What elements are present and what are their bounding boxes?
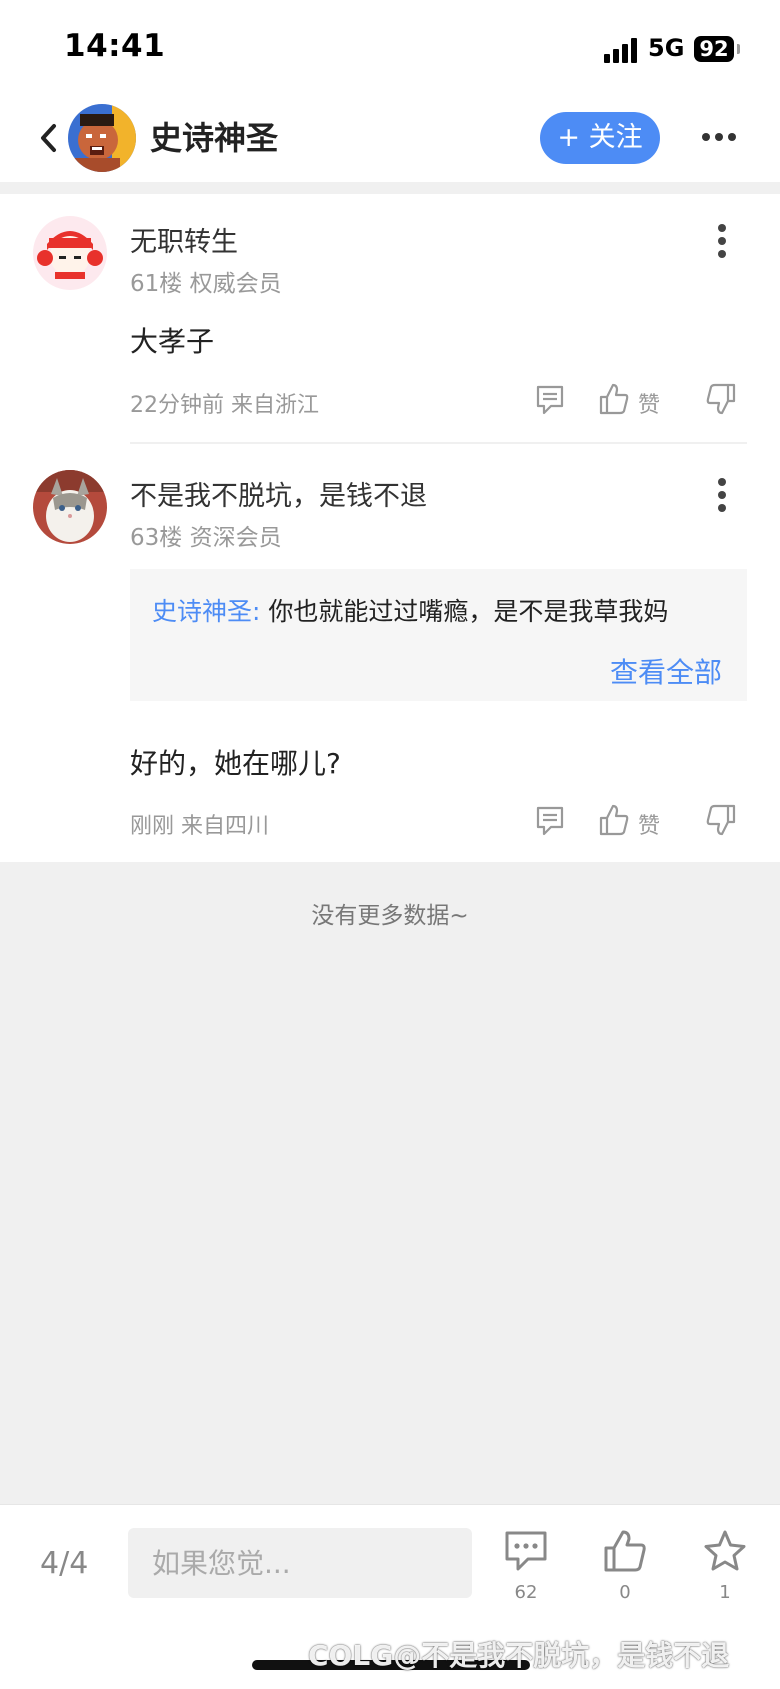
post-time: 22分钟前	[130, 393, 224, 418]
favorite-count: 1	[719, 1582, 731, 1603]
post-footer-meta: 刚刚 来自四川	[130, 808, 269, 840]
thumbs-up-icon[interactable]	[598, 803, 630, 837]
thumbs-up-icon[interactable]	[602, 1528, 648, 1574]
member-rank: 资深会员	[189, 525, 282, 551]
post-location: 来自浙江	[231, 393, 320, 418]
thread-author-avatar[interactable]	[68, 104, 136, 172]
thumbs-down-icon[interactable]	[705, 803, 737, 837]
post-time: 刚刚	[130, 814, 175, 839]
username[interactable]: 无职转生	[130, 220, 238, 259]
post-divider	[130, 442, 747, 444]
star-icon[interactable]	[702, 1528, 748, 1574]
like-label[interactable]: 赞	[638, 808, 660, 840]
battery-icon: 92	[694, 36, 734, 62]
comment-icon[interactable]	[535, 805, 565, 837]
like-label[interactable]: 赞	[638, 387, 660, 419]
post-meta: 61楼 权威会员	[130, 264, 282, 298]
no-more-data-text: 没有更多数据~	[311, 903, 469, 929]
watermark-logo: COLG	[308, 1639, 394, 1672]
comment-icon[interactable]	[535, 384, 565, 416]
post-meta: 63楼 资深会员	[130, 518, 282, 552]
back-chevron-icon[interactable]	[34, 120, 64, 156]
page-indicator[interactable]: 4/4	[40, 1546, 88, 1581]
member-rank: 权威会员	[189, 271, 282, 297]
like-count: 0	[619, 1582, 631, 1603]
post-footer-meta: 22分钟前 来自浙江	[130, 387, 319, 419]
reply-list	[0, 194, 780, 862]
quote-text: 你也就能过过嘴瘾，是不是我草我妈	[268, 597, 669, 626]
section-separator	[0, 182, 780, 194]
floor-number: 63楼	[130, 525, 183, 551]
watermark: COLG@不是我不脱坑，是钱不退	[308, 1634, 729, 1674]
thumbs-down-icon[interactable]	[705, 382, 737, 416]
follow-button[interactable]: + 关注	[540, 112, 660, 164]
battery-tip	[737, 44, 740, 54]
post-more-icon[interactable]	[717, 478, 727, 512]
comment-count-icon[interactable]	[504, 1530, 548, 1572]
network-type: 5G	[648, 34, 685, 62]
comment-count: 62	[514, 1582, 538, 1603]
status-time: 14:41	[64, 28, 166, 64]
post-content: 大孝子	[130, 325, 215, 358]
cellular-signal-icon	[604, 37, 640, 63]
post-content: 好的，她在哪儿?	[130, 747, 341, 780]
view-all-link[interactable]: 查看全部	[610, 651, 722, 691]
post-more-icon[interactable]	[717, 224, 727, 258]
quote-author[interactable]: 史诗神圣:	[152, 597, 260, 626]
watermark-text: @不是我不脱坑，是钱不退	[393, 1639, 730, 1672]
username[interactable]: 不是我不脱坑，是钱不退	[130, 474, 427, 513]
avatar[interactable]	[33, 216, 107, 290]
avatar[interactable]	[33, 470, 107, 544]
more-horizontal-icon[interactable]	[702, 132, 736, 142]
thumbs-up-icon[interactable]	[598, 382, 630, 416]
post-location: 来自四川	[181, 814, 270, 839]
floor-number: 61楼	[130, 271, 183, 297]
quote-line: 史诗神圣: 你也就能过过嘴瘾，是不是我草我妈	[152, 592, 668, 628]
thread-title: 史诗神圣	[150, 119, 279, 157]
reply-input[interactable]	[128, 1528, 472, 1598]
